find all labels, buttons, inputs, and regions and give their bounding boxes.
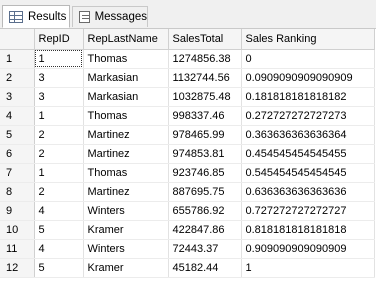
table-cell[interactable]: Thomas	[83, 163, 169, 183]
table-cell[interactable]: 655786.92	[168, 201, 242, 221]
row-number-cell[interactable]: 6	[0, 144, 35, 164]
header-row: RepID RepLastName SalesTotal Sales Ranki…	[0, 29, 375, 50]
table-cell[interactable]: 1132744.56	[168, 68, 242, 88]
table-row[interactable]: 3 3 Markasian 1032875.48 0.181818181818182	[0, 87, 375, 107]
tab-messages[interactable]: Messages	[72, 6, 148, 27]
table-cell[interactable]: Winters	[83, 201, 169, 221]
table-row[interactable]: 2 3 Markasian 1132744.56 0.0909090909090909	[0, 68, 375, 88]
row-number-cell[interactable]: 4	[0, 106, 35, 126]
results-table: RepID RepLastName SalesTotal Sales Ranki…	[0, 29, 375, 278]
table-row[interactable]: 7 1 Thomas 923746.85 0.545454545454545	[0, 163, 375, 183]
row-number-cell[interactable]: 5	[0, 125, 35, 145]
grid-icon	[9, 10, 23, 23]
row-number-cell[interactable]: 11	[0, 239, 35, 259]
table-cell[interactable]: 0.454545454545455	[241, 144, 375, 164]
table-cell[interactable]: 0.181818181818182	[241, 87, 375, 107]
row-number-cell[interactable]: 7	[0, 163, 35, 183]
table-cell[interactable]: 1274856.38	[168, 49, 242, 69]
table-cell[interactable]: 3	[34, 68, 84, 88]
table-cell[interactable]: 1	[34, 106, 84, 126]
messages-icon	[79, 11, 90, 23]
table-cell[interactable]: 4	[34, 239, 84, 259]
row-number-cell[interactable]: 8	[0, 182, 35, 202]
table-cell[interactable]: Markasian	[83, 87, 169, 107]
table-cell[interactable]: 2	[34, 182, 84, 202]
row-number-cell[interactable]: 9	[0, 201, 35, 221]
table-cell[interactable]: 1	[34, 49, 84, 69]
table-cell[interactable]: 2	[34, 144, 84, 164]
table-cell[interactable]: 4	[34, 201, 84, 221]
table-cell[interactable]: Martinez	[83, 125, 169, 145]
table-row[interactable]: 6 2 Martinez 974853.81 0.454545454545455	[0, 144, 375, 164]
table-cell[interactable]: 887695.75	[168, 182, 242, 202]
corner-header[interactable]	[0, 29, 35, 50]
table-cell[interactable]: 998337.46	[168, 106, 242, 126]
table-row[interactable]: 8 2 Martinez 887695.75 0.636363636363636	[0, 182, 375, 202]
table-cell[interactable]: 2	[34, 125, 84, 145]
table-cell[interactable]: 0.363636363636364	[241, 125, 375, 145]
table-cell[interactable]: 923746.85	[168, 163, 242, 183]
table-cell[interactable]: 1032875.48	[168, 87, 242, 107]
table-cell[interactable]: 0.727272727272727	[241, 201, 375, 221]
table-cell[interactable]: 0.545454545454545	[241, 163, 375, 183]
table-cell[interactable]: 0.0909090909090909	[241, 68, 375, 88]
row-number-cell[interactable]: 10	[0, 220, 35, 240]
table-row[interactable]: 10 5 Kramer 422847.86 0.818181818181818	[0, 220, 375, 240]
table-row[interactable]: 5 2 Martinez 978465.99 0.363636363636364	[0, 125, 375, 145]
table-cell[interactable]: 974853.81	[168, 144, 242, 164]
column-header-salestotal[interactable]: SalesTotal	[168, 29, 242, 50]
table-cell[interactable]: Martinez	[83, 144, 169, 164]
results-tab-bar: Results Messages	[0, 0, 376, 29]
table-cell[interactable]: 5	[34, 220, 84, 240]
table-cell[interactable]: Kramer	[83, 220, 169, 240]
row-number-cell[interactable]: 12	[0, 258, 35, 278]
results-grid[interactable]: RepID RepLastName SalesTotal Sales Ranki…	[0, 29, 376, 294]
table-cell[interactable]: 0.909090909090909	[241, 239, 375, 259]
table-cell[interactable]: Winters	[83, 239, 169, 259]
table-cell[interactable]: 0.818181818181818	[241, 220, 375, 240]
row-number-cell[interactable]: 3	[0, 87, 35, 107]
column-header-sales-ranking[interactable]: Sales Ranking	[241, 29, 375, 50]
table-cell[interactable]: 3	[34, 87, 84, 107]
table-row[interactable]: 1 1 Thomas 1274856.38 0	[0, 49, 375, 69]
table-row[interactable]: 12 5 Kramer 45182.44 1	[0, 258, 375, 278]
table-cell[interactable]: 422847.86	[168, 220, 242, 240]
column-header-repid[interactable]: RepID	[34, 29, 84, 50]
table-row[interactable]: 4 1 Thomas 998337.46 0.272727272727273	[0, 106, 375, 126]
table-cell[interactable]: Martinez	[83, 182, 169, 202]
row-number-cell[interactable]: 2	[0, 68, 35, 88]
table-cell[interactable]: 1	[34, 163, 84, 183]
table-cell[interactable]: 5	[34, 258, 84, 278]
table-cell[interactable]: 978465.99	[168, 125, 242, 145]
table-row[interactable]: 11 4 Winters 72443.37 0.909090909090909	[0, 239, 375, 259]
table-cell[interactable]: 0.636363636363636	[241, 182, 375, 202]
table-cell[interactable]: Markasian	[83, 68, 169, 88]
table-cell[interactable]: Kramer	[83, 258, 169, 278]
table-cell[interactable]: Thomas	[83, 106, 169, 126]
tab-results[interactable]: Results	[2, 5, 70, 28]
column-header-replastname[interactable]: RepLastName	[83, 29, 169, 50]
table-cell[interactable]: Thomas	[83, 49, 169, 69]
table-cell[interactable]: 72443.37	[168, 239, 242, 259]
table-row[interactable]: 9 4 Winters 655786.92 0.727272727272727	[0, 201, 375, 221]
tab-messages-label: Messages	[94, 11, 147, 23]
table-cell[interactable]: 1	[241, 258, 375, 278]
row-number-cell[interactable]: 1	[0, 49, 35, 69]
table-cell[interactable]: 45182.44	[168, 258, 242, 278]
table-cell[interactable]: 0	[241, 49, 375, 69]
table-cell[interactable]: 0.272727272727273	[241, 106, 375, 126]
tab-results-label: Results	[28, 10, 67, 23]
